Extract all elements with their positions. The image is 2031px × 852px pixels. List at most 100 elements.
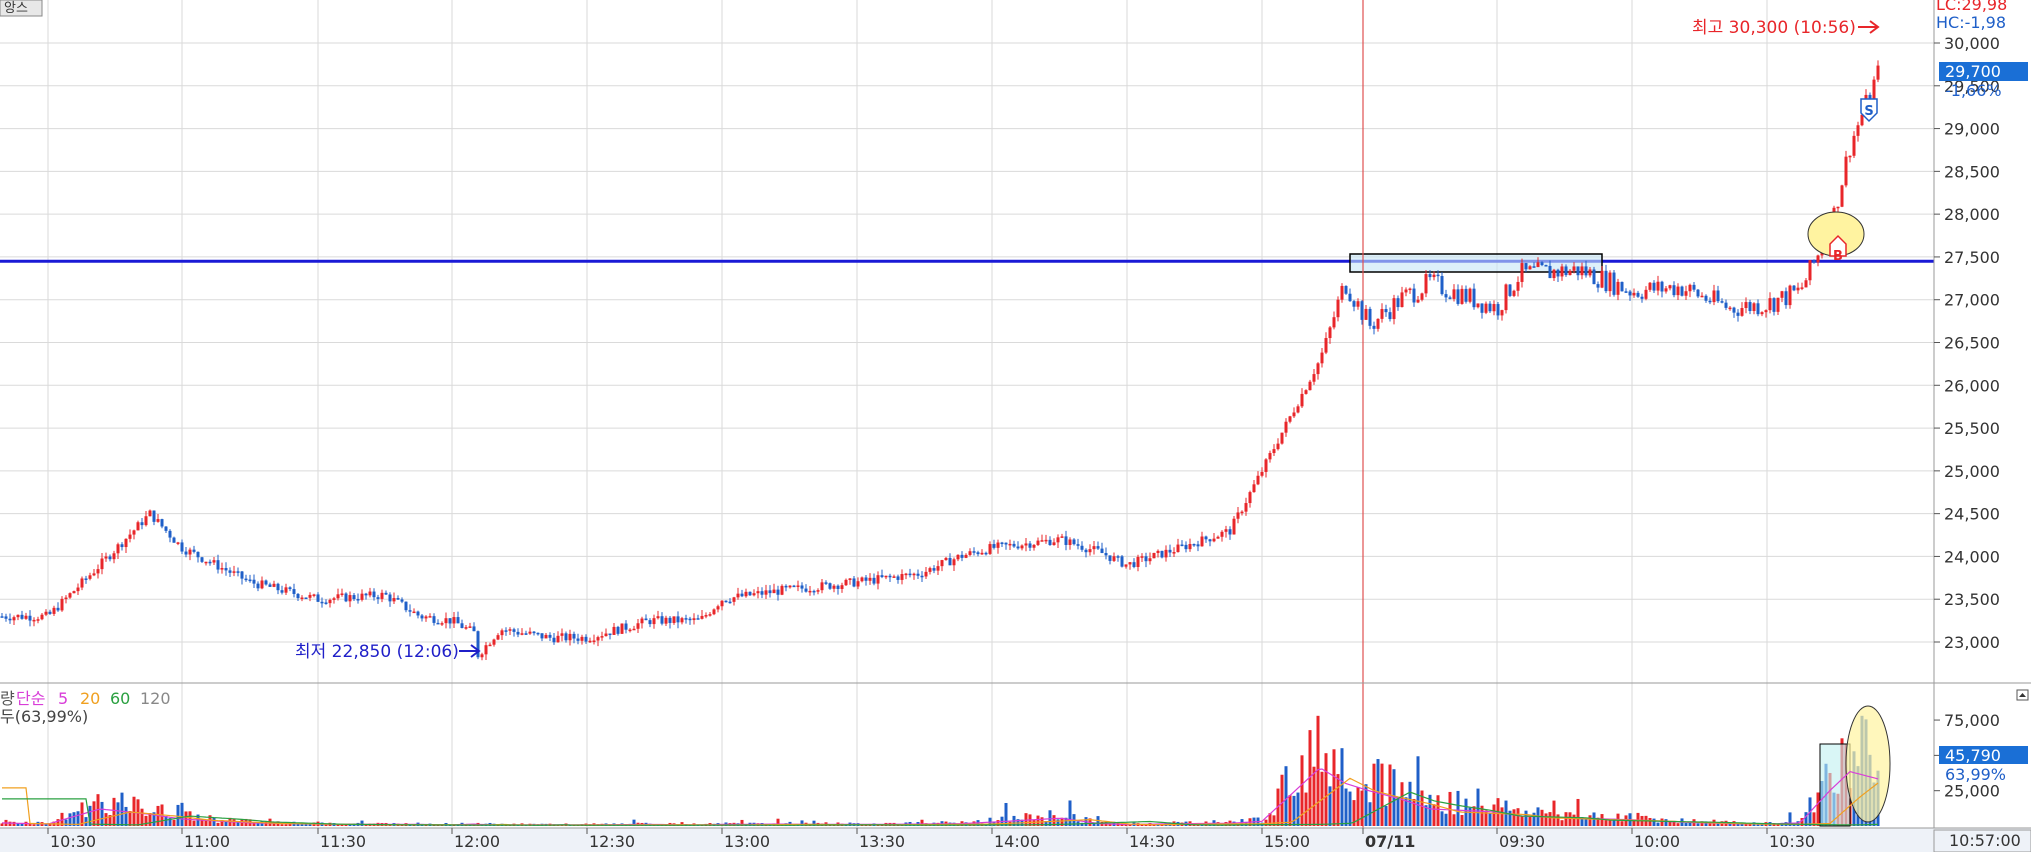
candle-body-264 (1056, 537, 1060, 543)
candle-body-25 (100, 558, 104, 570)
candle-body-206 (824, 582, 828, 584)
volume-bar-31 (124, 806, 128, 826)
candle-body-134 (536, 632, 540, 635)
candle-body-275 (1100, 548, 1104, 554)
candle-body-319 (1276, 443, 1280, 450)
candle-body-326 (1304, 390, 1308, 394)
candle-body-448 (1792, 285, 1796, 291)
volume-bar-388 (1552, 800, 1556, 826)
candle-body-38 (152, 510, 156, 522)
candle-body-16 (64, 597, 68, 600)
candle-body-406 (1624, 291, 1628, 293)
candle-body-195 (780, 585, 784, 595)
volume-bar-364 (1456, 790, 1460, 826)
candle-body-465 (1860, 114, 1864, 126)
candle-body-306 (1224, 529, 1228, 532)
candle-body-87 (348, 595, 352, 602)
candle-body-59 (236, 571, 240, 573)
candle-body-407 (1628, 291, 1632, 296)
volume-bar-90 (360, 820, 364, 826)
candle-body-404 (1616, 281, 1620, 295)
candle-body-1 (4, 616, 8, 619)
candle-body-202 (808, 590, 812, 593)
ytick-label-12: 24,000 (1944, 547, 2000, 566)
volume-bar-401 (1604, 820, 1608, 826)
candle-body-401 (1604, 270, 1608, 292)
candle-body-238 (952, 559, 956, 566)
candle-body-109 (436, 622, 440, 625)
volume-bar-23 (92, 801, 96, 826)
stock-chart[interactable]: S B 최고 30,300 (10:56) 최저 22,850 (12:06) … (0, 0, 2031, 852)
candle-body-158 (632, 628, 636, 631)
candle-body-344 (1376, 318, 1380, 329)
candle-body-226 (904, 573, 908, 576)
candle-body-174 (696, 618, 700, 620)
price-y-axis: 30,00029,50029,00028,50028,00027,50027,0… (1934, 34, 2000, 652)
candle-body-364 (1456, 289, 1460, 304)
candle-body-424 (1696, 289, 1700, 297)
candle-body-396 (1584, 266, 1588, 276)
candle-body-132 (528, 631, 532, 634)
candle-body-54 (216, 560, 220, 570)
volume-bar-373 (1492, 804, 1496, 826)
candle-body-104 (416, 611, 420, 616)
candle-body-219 (876, 575, 880, 584)
volume-bar-70 (280, 824, 284, 826)
candle-body-241 (964, 554, 968, 558)
candle-body-350 (1400, 292, 1404, 308)
candle-body-49 (196, 551, 200, 558)
candle-body-338 (1352, 301, 1356, 307)
volume-bar-47 (188, 811, 192, 826)
candle-body-139 (556, 635, 560, 643)
candle-body-265 (1060, 536, 1064, 538)
candle-body-77 (308, 594, 312, 598)
candle-body-362 (1448, 297, 1452, 299)
volume-bar-385 (1540, 809, 1544, 826)
candle-body-80 (320, 601, 324, 604)
candle-body-34 (136, 522, 140, 531)
volume-highlight-circle[interactable] (1845, 705, 1891, 823)
consolidation-box[interactable] (1349, 253, 1603, 273)
candle-body-322 (1288, 416, 1292, 422)
candle-body-20 (80, 578, 84, 588)
volume-bar-349 (1396, 796, 1400, 826)
candle-body-207 (828, 583, 832, 589)
candle-body-422 (1688, 284, 1692, 292)
candle-body-117 (468, 626, 472, 628)
candle-body-149 (596, 637, 600, 641)
volume-bar-415 (1660, 818, 1664, 826)
candle-body-188 (752, 593, 756, 596)
candle-body-111 (444, 618, 448, 624)
candle-body-452 (1808, 260, 1812, 281)
candle-body-376 (1504, 284, 1508, 311)
candle-body-378 (1512, 290, 1516, 296)
volume-bar-405 (1620, 821, 1624, 826)
volume-bar-251 (1004, 802, 1008, 826)
candle-body-405 (1620, 281, 1624, 292)
candle-body-140 (560, 633, 564, 636)
candle-body-162 (648, 620, 652, 625)
candle-body-259 (1036, 540, 1040, 545)
candle-body-145 (580, 636, 584, 641)
candle-body-283 (1132, 562, 1136, 567)
candle-body-115 (460, 623, 464, 628)
volume-bar-326 (1304, 792, 1308, 826)
volume-bar-379 (1516, 808, 1520, 826)
candle-body-72 (288, 587, 292, 590)
candle-body-28 (112, 553, 116, 560)
candle-body-330 (1320, 352, 1324, 364)
candle-body-320 (1280, 432, 1284, 444)
candle-body-443 (1772, 298, 1776, 312)
candle-body-302 (1208, 539, 1212, 542)
candle-body-99 (396, 598, 400, 600)
candle-body-23 (92, 573, 96, 576)
candle-body-286 (1144, 556, 1148, 562)
candle-body-287 (1148, 558, 1152, 562)
candle-body-224 (896, 576, 900, 580)
candle-body-354 (1416, 299, 1420, 303)
candle-body-33 (132, 530, 136, 535)
candle-body-76 (304, 597, 308, 600)
candle-body-5 (20, 614, 24, 619)
candle-body-182 (728, 601, 732, 604)
candle-body-397 (1588, 269, 1592, 276)
